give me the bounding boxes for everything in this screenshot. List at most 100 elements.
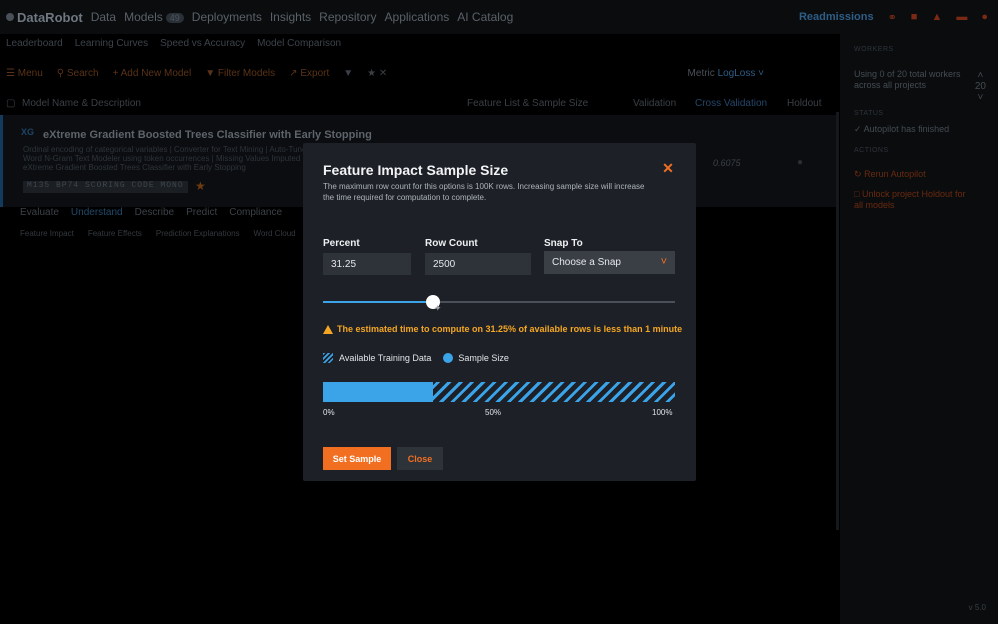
- metric-selector[interactable]: Metric LogLoss ˅: [688, 68, 764, 79]
- warning-text: The estimated time to compute on 31.25% …: [337, 324, 683, 334]
- sample-size-slider[interactable]: [323, 301, 675, 303]
- nav-models-label: Models: [124, 10, 163, 24]
- row-count-value: 2500: [433, 258, 456, 270]
- model-tabs: Evaluate Understand Describe Predict Com…: [20, 207, 282, 218]
- lock-icon: ●: [797, 157, 804, 168]
- search-icon: ⚲: [56, 67, 65, 79]
- select-all-checkbox[interactable]: ▢: [6, 98, 15, 109]
- datarobot-logo[interactable]: DataRobot: [6, 10, 83, 25]
- top-navigation: DataRobot Data Models 49 Deployments Insi…: [0, 0, 998, 34]
- tab-compliance[interactable]: Compliance: [229, 207, 282, 218]
- tab-leaderboard[interactable]: Leaderboard: [6, 38, 63, 56]
- model-title[interactable]: eXtreme Gradient Boosted Trees Classifie…: [43, 129, 372, 141]
- nav-right-group: Readmissions ⚭ ■ ▲ ▬ ●: [799, 0, 988, 34]
- nav-deployments[interactable]: Deployments: [192, 10, 262, 24]
- set-sample-button[interactable]: Set Sample: [323, 447, 391, 470]
- logo-text: DataRobot: [17, 9, 83, 25]
- tab-feature-effects[interactable]: Feature Effects: [88, 229, 142, 238]
- row-count-label: Row Count: [425, 238, 478, 249]
- percent-label: Percent: [323, 238, 360, 249]
- filter-icon: ▼: [205, 67, 216, 79]
- snap-to-select[interactable]: Choose a Snap ˅: [544, 251, 675, 274]
- metric-value: LogLoss: [717, 67, 756, 79]
- search-label: Search: [66, 67, 99, 79]
- export-label: Export: [300, 67, 330, 79]
- status-text: ✓ Autopilot has finished: [854, 124, 949, 135]
- tab-understand[interactable]: Understand: [71, 207, 123, 218]
- cross-validation-score: 0.6075: [713, 158, 741, 168]
- search-button[interactable]: ⚲ Search: [57, 68, 99, 79]
- document-icon[interactable]: ■: [911, 11, 918, 23]
- decrement-icon[interactable]: ˅: [975, 92, 986, 103]
- col-validation[interactable]: Validation: [633, 98, 676, 109]
- tick-100: 100%: [652, 408, 673, 417]
- model-description: Ordinal encoding of categorical variable…: [23, 145, 311, 172]
- col-cross-validation[interactable]: Cross Validation: [695, 98, 767, 109]
- sample-size-fill: [323, 382, 433, 402]
- sample-dot-icon: [443, 353, 454, 363]
- unlock-holdout-link[interactable]: □ Unlock project Holdout for all models: [854, 189, 974, 211]
- workers-stepper[interactable]: ˄ 20 ˅: [975, 70, 986, 103]
- logo-mark-icon: [6, 13, 14, 21]
- tab-prediction-explanations[interactable]: Prediction Explanations: [156, 229, 240, 238]
- pointer-cursor-icon: ✦: [434, 303, 442, 313]
- close-icon[interactable]: ✕: [661, 161, 675, 175]
- tab-model-comparison[interactable]: Model Comparison: [257, 38, 341, 56]
- model-subtabs: Feature Impact Feature Effects Predictio…: [20, 229, 296, 238]
- legend-sample: Sample Size: [458, 353, 509, 363]
- user-icon[interactable]: ●: [981, 11, 988, 23]
- star-icon[interactable]: ★: [195, 179, 206, 193]
- sample-legend: Available Training Data Sample Size: [323, 353, 509, 363]
- model-type-icon: XG: [21, 127, 35, 137]
- status-label: Autopilot has finished: [863, 124, 950, 134]
- tab-describe[interactable]: Describe: [135, 207, 174, 218]
- slider-fill: [323, 301, 433, 303]
- workers-text: Using 0 of 20 total workers across all p…: [854, 69, 961, 90]
- folder-icon[interactable]: ▬: [956, 11, 967, 23]
- tab-word-cloud[interactable]: Word Cloud: [254, 229, 296, 238]
- tick-0: 0%: [323, 408, 335, 417]
- leaderboard-scrollbar[interactable]: [836, 112, 839, 530]
- col-holdout[interactable]: Holdout: [787, 98, 821, 109]
- tab-speed-vs-accuracy[interactable]: Speed vs Accuracy: [160, 38, 245, 56]
- project-name[interactable]: Readmissions: [799, 11, 874, 23]
- workers-heading: WORKERS: [854, 46, 894, 53]
- tab-predict[interactable]: Predict: [186, 207, 217, 218]
- close-button[interactable]: Close: [397, 447, 443, 470]
- nav-insights[interactable]: Insights: [270, 10, 311, 24]
- col-feature-list[interactable]: Feature List & Sample Size: [467, 98, 588, 109]
- leaderboard-toolbar: ☰ Menu ⚲ Search + Add New Model ▼ Filter…: [0, 64, 838, 82]
- tab-feature-impact[interactable]: Feature Impact: [20, 229, 74, 238]
- tick-50: 50%: [485, 408, 502, 417]
- export-button[interactable]: ↗ Export: [289, 68, 329, 79]
- funnel-icon[interactable]: ▼: [343, 68, 353, 79]
- rerun-autopilot-link[interactable]: ↻ Rerun Autopilot: [854, 169, 926, 180]
- nav-ai-catalog[interactable]: AI Catalog: [457, 10, 513, 24]
- nav-repository[interactable]: Repository: [319, 10, 376, 24]
- tab-learning-curves[interactable]: Learning Curves: [75, 38, 148, 56]
- refresh-icon: ↻: [854, 169, 862, 179]
- right-panel: WORKERS Using 0 of 20 total workers acro…: [840, 34, 998, 624]
- nav-applications[interactable]: Applications: [385, 10, 450, 24]
- percent-input[interactable]: 31.25: [323, 253, 411, 275]
- unlock-icon: □: [854, 189, 860, 199]
- increment-icon[interactable]: ˄: [975, 70, 986, 81]
- filter-label: Filter Models: [217, 67, 276, 79]
- feature-impact-sample-size-dialog: Feature Impact Sample Size ✕ The maximum…: [303, 143, 696, 481]
- menu-label: Menu: [17, 67, 43, 79]
- announcement-icon[interactable]: ▲: [931, 11, 942, 23]
- export-icon: ↗: [289, 67, 298, 79]
- star-filter-icon[interactable]: ★ ✕: [367, 68, 387, 79]
- share-icon[interactable]: ⚭: [888, 11, 897, 24]
- check-icon: ✓: [854, 124, 862, 134]
- menu-button[interactable]: ☰ Menu: [6, 68, 43, 79]
- filter-models-button[interactable]: ▼ Filter Models: [205, 68, 275, 79]
- add-model-button[interactable]: + Add New Model: [113, 68, 192, 79]
- nav-models[interactable]: Models 49: [124, 10, 184, 24]
- rerun-label: Rerun Autopilot: [864, 169, 926, 179]
- nav-data[interactable]: Data: [91, 10, 116, 24]
- row-count-input[interactable]: 2500: [425, 253, 531, 275]
- version-label: v 5.0: [968, 603, 986, 612]
- tab-evaluate[interactable]: Evaluate: [20, 207, 59, 218]
- col-model-name[interactable]: Model Name & Description: [22, 98, 141, 109]
